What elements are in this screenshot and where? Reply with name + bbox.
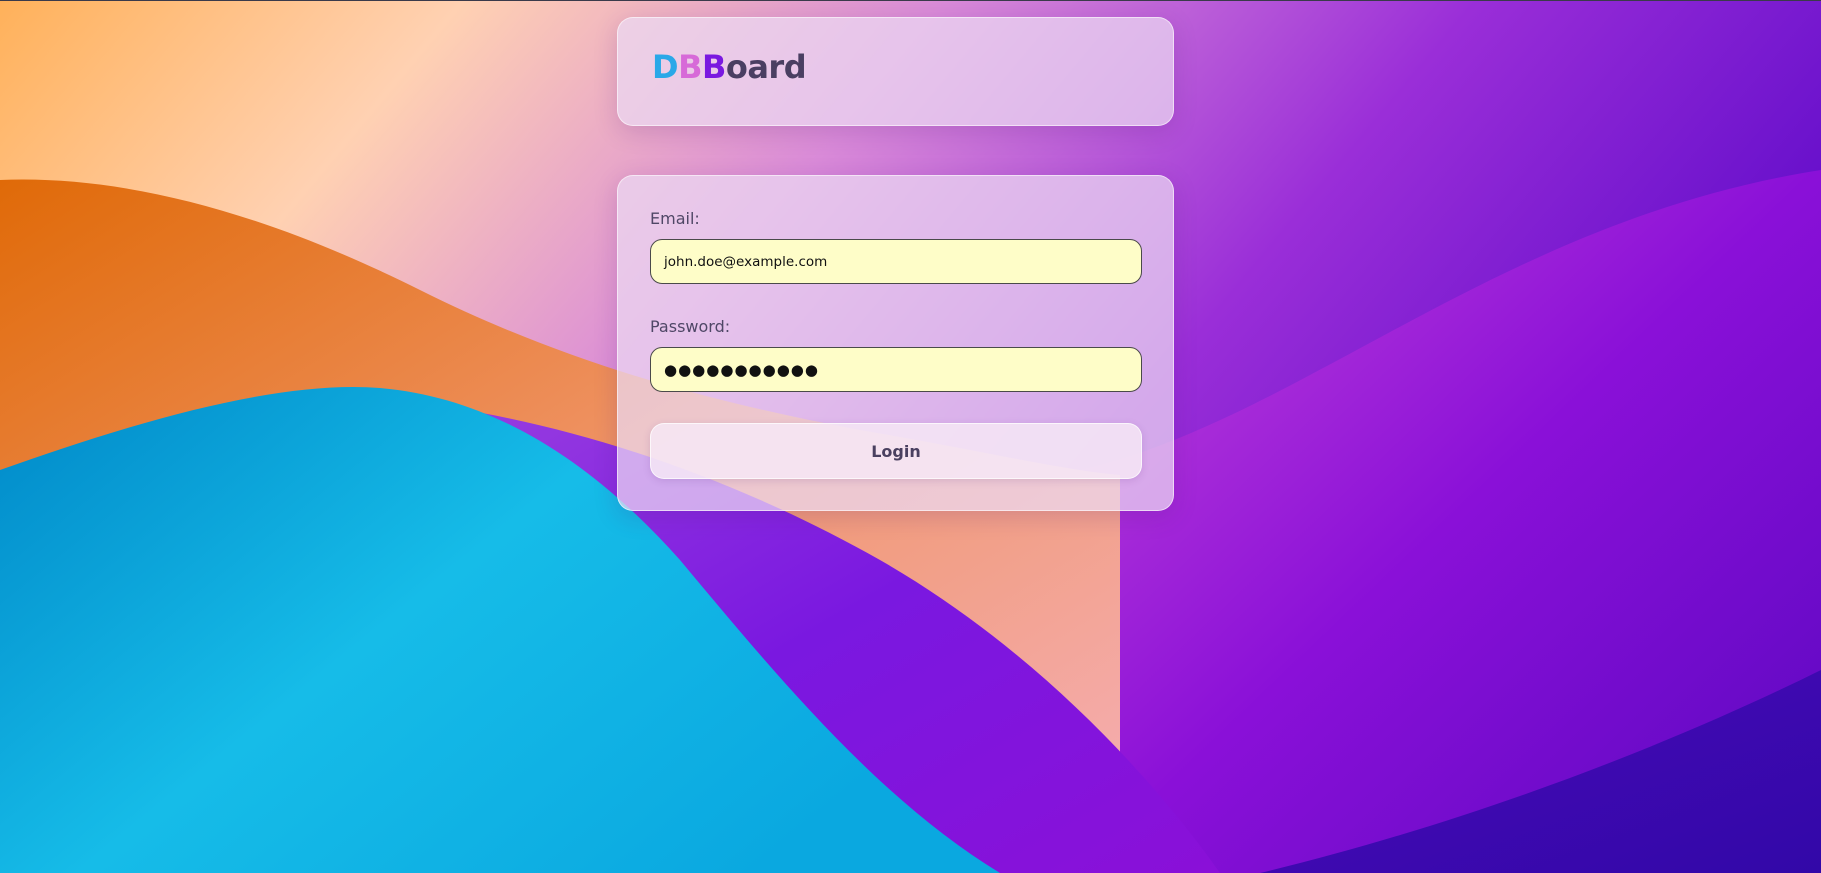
logo-letter-b: B [678, 48, 702, 86]
password-field[interactable]: ●●●●●●●●●●● [650, 347, 1142, 392]
header-card: DBBoard [617, 17, 1174, 126]
window-top-border [0, 0, 1821, 1]
login-button[interactable]: Login [650, 423, 1142, 479]
email-value: john.doe@example.com [664, 253, 828, 270]
login-form: Email: john.doe@example.com Password: ●●… [617, 175, 1174, 511]
logo-letter-b2: B [701, 48, 726, 86]
email-field[interactable]: john.doe@example.com [650, 239, 1142, 284]
email-label: Email: [650, 209, 700, 228]
password-label: Password: [650, 317, 731, 336]
password-value: ●●●●●●●●●●● [664, 360, 819, 379]
logo-text-rest: oard [725, 48, 807, 86]
logo-letter-d: D [652, 48, 679, 86]
brand-logo[interactable]: DBBoard [652, 48, 807, 86]
